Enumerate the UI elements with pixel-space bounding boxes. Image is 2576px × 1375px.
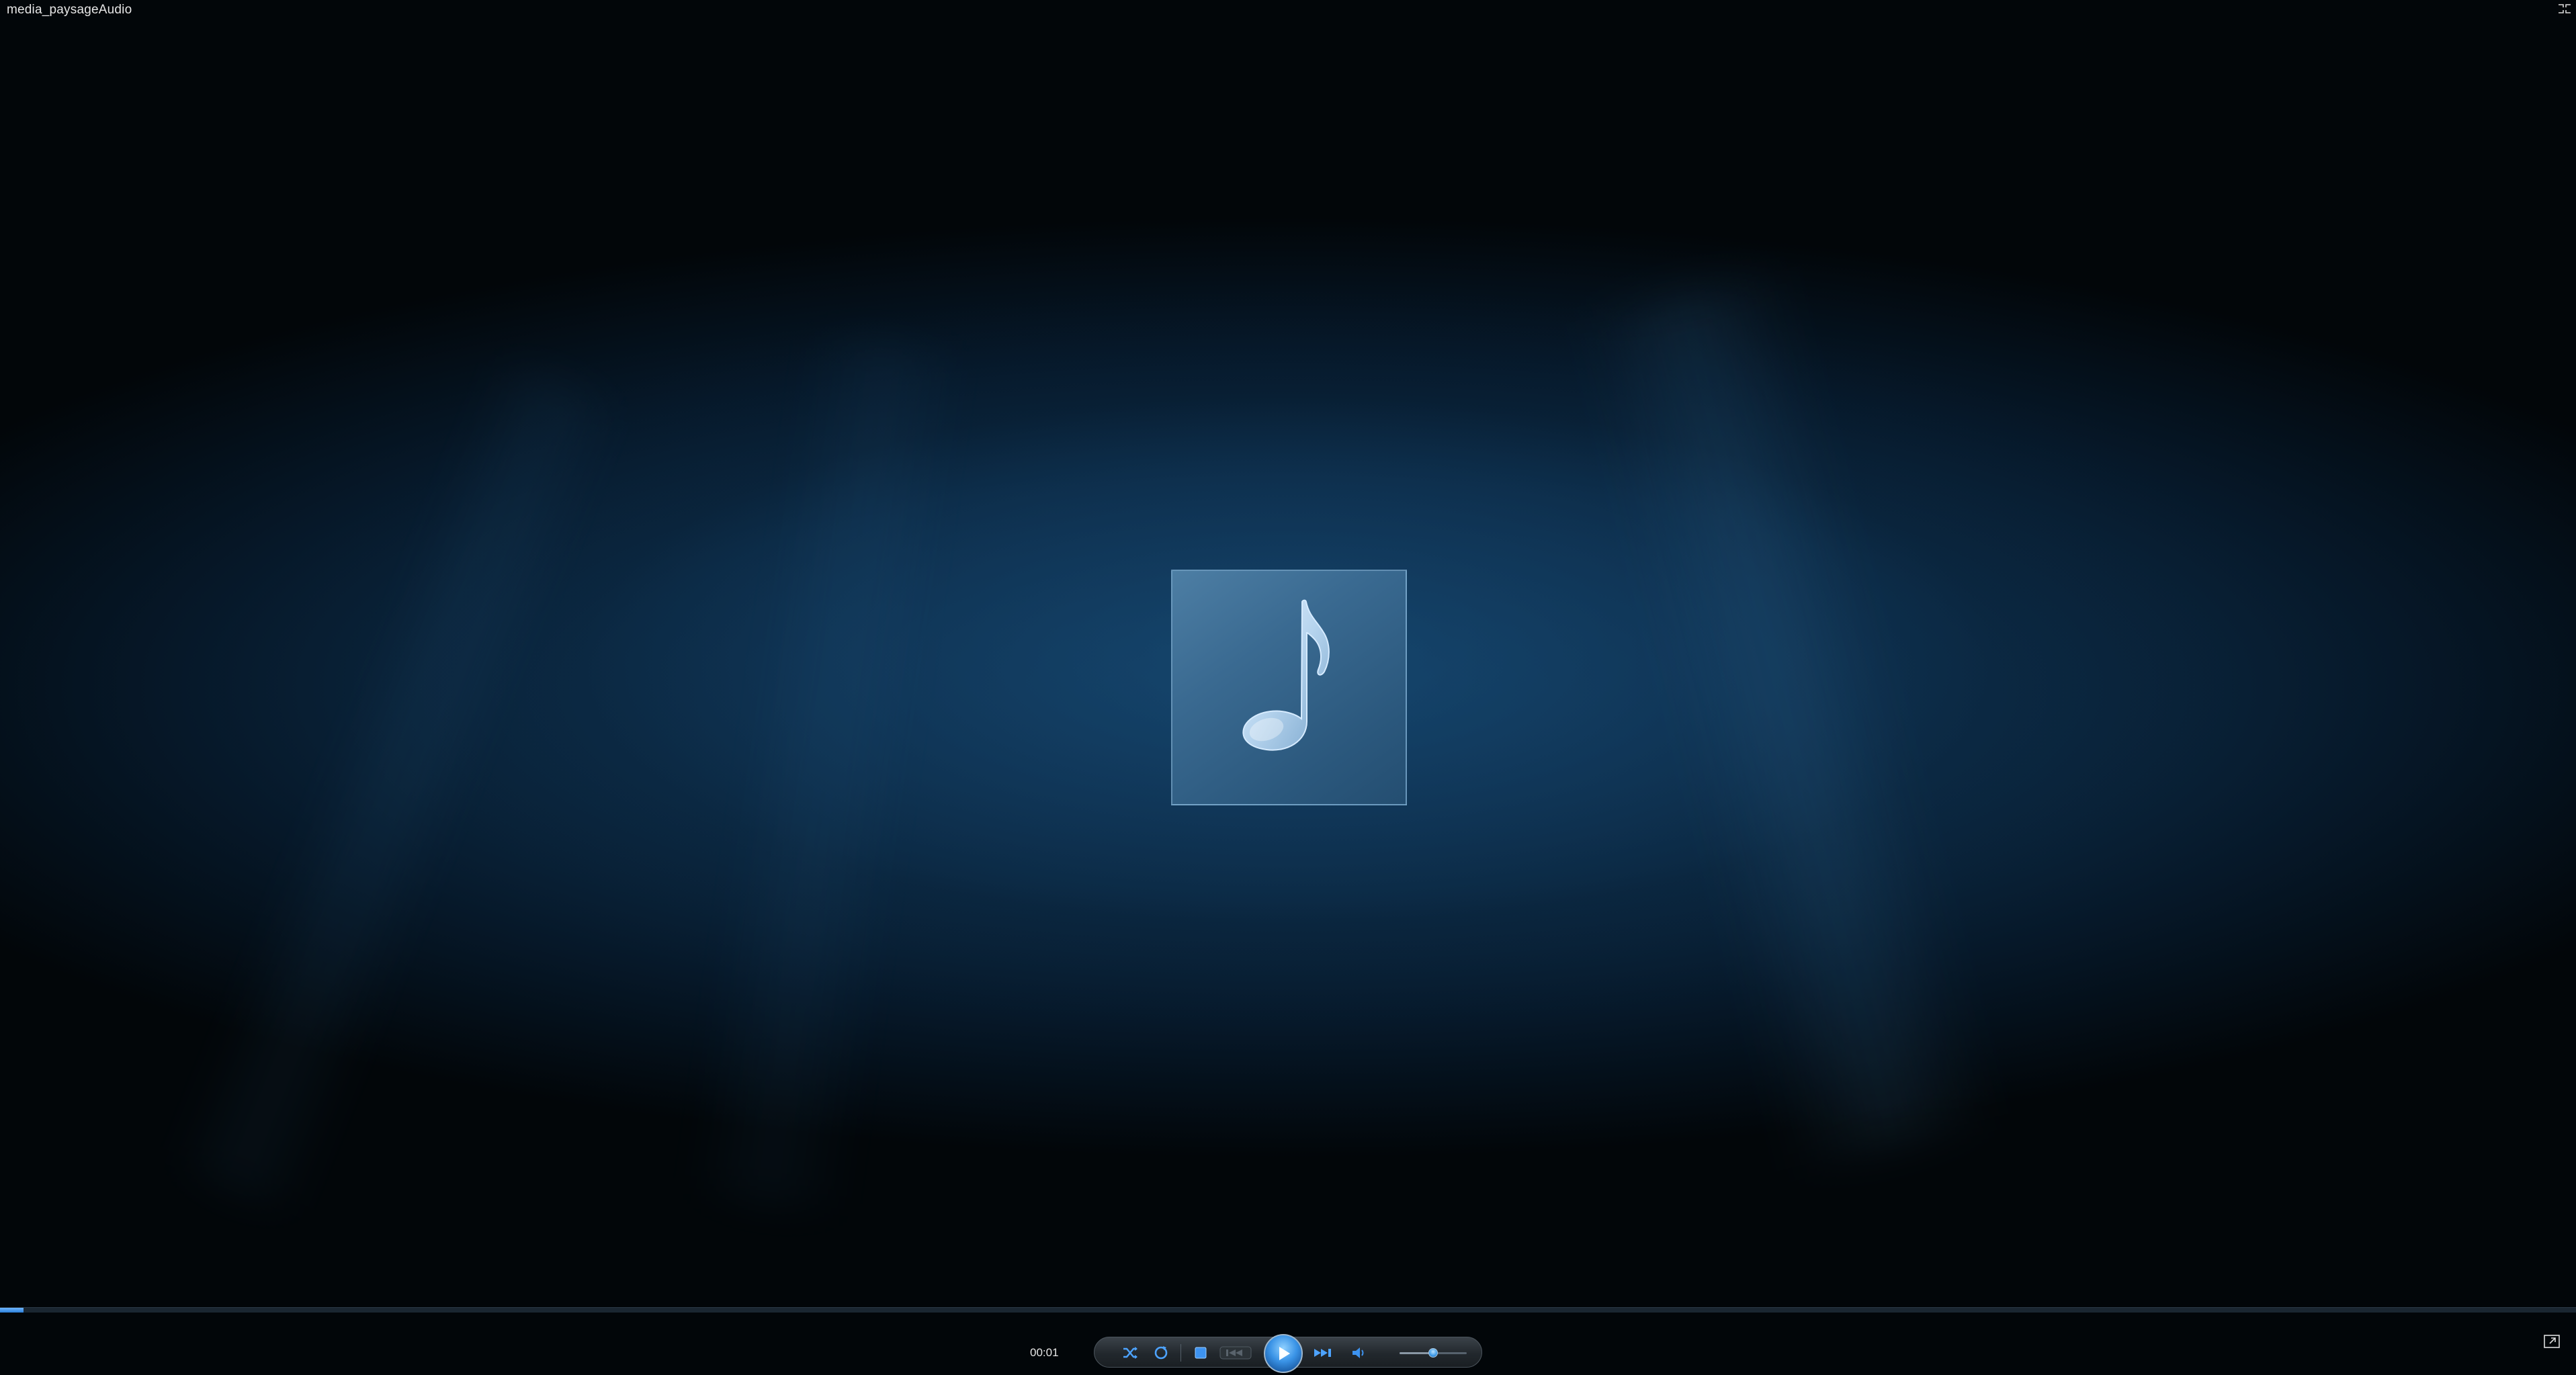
music-note-icon: [1242, 599, 1330, 751]
background-light-streak: [1577, 269, 1998, 1169]
playback-controls: [1094, 1334, 1482, 1373]
window-title: media_paysageAudio: [7, 3, 132, 17]
separator: [1180, 1344, 1181, 1362]
album-art: [1171, 570, 1407, 805]
next-button[interactable]: [1311, 1343, 1338, 1363]
shuffle-button[interactable]: [1120, 1343, 1140, 1363]
mute-button[interactable]: [1348, 1343, 1369, 1363]
seek-bar[interactable]: [0, 1307, 2576, 1313]
previous-icon: [1219, 1346, 1252, 1360]
background-light-streak: [164, 353, 629, 1218]
play-icon: [1279, 1347, 1290, 1360]
switch-to-library-button[interactable]: [2543, 1334, 2561, 1349]
exit-fullscreen-button[interactable]: [2557, 3, 2572, 15]
play-button[interactable]: [1264, 1334, 1303, 1373]
volume-slider[interactable]: [1400, 1348, 1467, 1358]
exit-fullscreen-icon: [2559, 4, 2571, 13]
volume-thumb[interactable]: [1428, 1348, 1438, 1358]
next-icon: [1314, 1349, 1331, 1357]
speaker-icon: [1353, 1347, 1364, 1358]
elapsed-time: 00:01: [1030, 1346, 1059, 1359]
now-playing-screen: media_paysageAudio 00:01: [0, 0, 2576, 1375]
background-light-streak: [679, 328, 974, 1217]
repeat-icon: [1154, 1346, 1168, 1360]
shuffle-icon: [1123, 1347, 1137, 1359]
stop-button[interactable]: [1191, 1343, 1211, 1363]
switch-to-library-icon: [2544, 1335, 2560, 1348]
seek-bar-progress: [0, 1308, 24, 1313]
stop-icon: [1195, 1347, 1207, 1359]
repeat-button[interactable]: [1151, 1343, 1171, 1363]
previous-button[interactable]: [1219, 1343, 1252, 1363]
